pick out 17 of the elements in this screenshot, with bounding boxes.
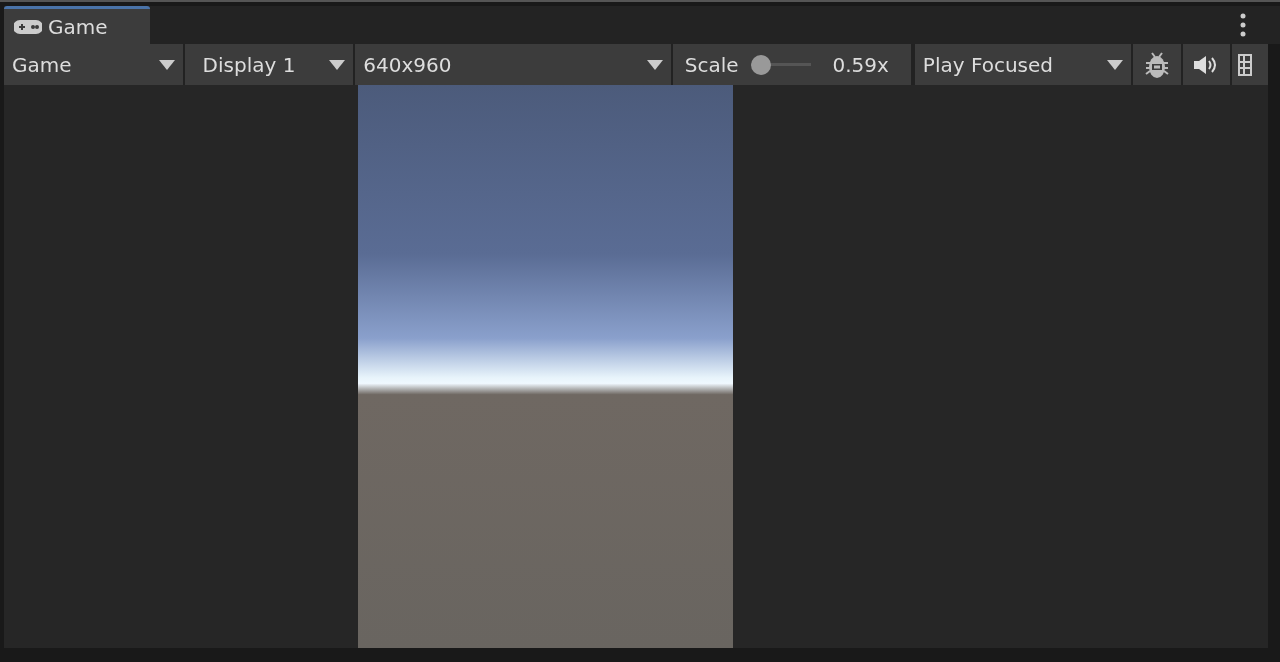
display-dropdown[interactable]: Display 1 [184,44,354,85]
caret-icon [646,59,663,70]
caret-icon [1107,59,1124,70]
game-tab[interactable]: Game [4,6,150,44]
caret-icon [329,59,346,70]
film-strip-icon[interactable] [1238,53,1253,76]
caret-icon [158,59,175,70]
audio-toggle[interactable] [1182,44,1231,85]
slider-thumb[interactable] [750,54,771,75]
scale-label: Scale [684,52,739,77]
debug-toggle[interactable] [1133,44,1181,85]
view-dropdown[interactable]: Game [4,44,183,85]
resolution-dropdown[interactable]: 640x960 [355,44,671,85]
gamepad-icon [14,18,42,35]
scale-value: 0.59x [832,52,889,77]
more-options-icon[interactable] [1240,13,1246,37]
play-mode-dropdown[interactable]: Play Focused [914,44,1132,85]
